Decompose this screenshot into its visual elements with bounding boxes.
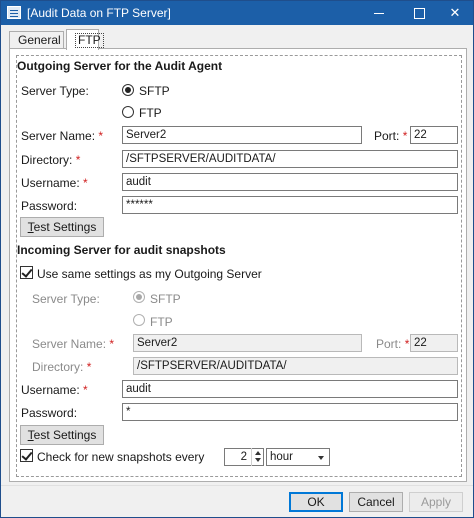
dialog-window: [Audit Data on FTP Server] ✕ General FTP…	[0, 0, 474, 518]
outgoing-server-name-label: Server Name: *	[21, 129, 104, 143]
incoming-server-name-label: Server Name: *	[32, 337, 115, 351]
title-bar[interactable]: [Audit Data on FTP Server] ✕	[1, 1, 473, 25]
incoming-server-type-label: Server Type:	[32, 292, 100, 306]
outgoing-username-input[interactable]: audit	[122, 173, 458, 191]
cancel-button[interactable]: Cancel	[349, 492, 403, 512]
snapshot-unit-select[interactable]: hour	[266, 448, 330, 466]
incoming-section-title: Incoming Server for audit snapshots	[17, 243, 226, 257]
ok-button[interactable]: OK	[289, 492, 343, 512]
incoming-directory-input[interactable]: /SFTPSERVER/AUDITDATA/	[133, 357, 458, 375]
incoming-sftp-label[interactable]: SFTP	[150, 292, 181, 306]
tab-general[interactable]: General	[9, 31, 64, 49]
same-settings-checkbox[interactable]	[20, 266, 33, 279]
incoming-username-input[interactable]: audit	[122, 380, 458, 398]
check-snapshots-checkbox[interactable]	[20, 449, 33, 462]
window-title: [Audit Data on FTP Server]	[27, 6, 171, 20]
footer-divider	[1, 485, 473, 486]
outgoing-section-title: Outgoing Server for the Audit Agent	[17, 59, 223, 73]
maximize-button[interactable]	[401, 1, 437, 25]
same-settings-label[interactable]: Use same settings as my Outgoing Server	[37, 267, 262, 281]
incoming-server-name-input[interactable]: Server2	[133, 334, 362, 352]
snapshot-interval-spinner[interactable]	[251, 448, 263, 466]
outgoing-password-input[interactable]: ******	[122, 196, 458, 214]
spin-down-icon[interactable]	[255, 458, 261, 462]
outgoing-ftp-radio[interactable]	[122, 106, 134, 118]
outgoing-directory-input[interactable]: /SFTPSERVER/AUDITDATA/	[122, 150, 458, 168]
incoming-directory-label: Directory: *	[32, 360, 92, 374]
chevron-down-icon	[318, 456, 324, 460]
outgoing-server-name-input[interactable]: Server2	[122, 126, 362, 144]
tab-ftp-label: FTP	[75, 33, 104, 48]
check-snapshots-label[interactable]: Check for new snapshots every	[37, 450, 204, 464]
minimize-button[interactable]	[361, 1, 397, 25]
snapshot-unit-value: hour	[270, 451, 294, 463]
incoming-sftp-radio[interactable]	[133, 291, 145, 303]
outgoing-directory-label: Directory: *	[21, 153, 81, 167]
incoming-username-label: Username: *	[21, 383, 88, 397]
outgoing-server-type-label: Server Type:	[21, 84, 89, 98]
outgoing-port-input[interactable]: 22	[410, 126, 458, 144]
app-icon	[7, 6, 21, 19]
apply-button[interactable]: Apply	[409, 492, 463, 512]
incoming-port-input[interactable]: 22	[410, 334, 458, 352]
incoming-port-label: Port: *	[376, 337, 410, 351]
outgoing-port-label: Port: *	[374, 129, 408, 143]
spin-up-icon[interactable]	[255, 451, 261, 455]
ftp-panel: Outgoing Server for the Audit Agent Serv…	[9, 48, 467, 482]
incoming-password-input[interactable]: *	[122, 403, 458, 421]
outgoing-password-label: Password:	[21, 199, 78, 213]
outgoing-test-settings-button[interactable]: Test Settings	[20, 217, 104, 237]
outgoing-username-label: Username: *	[21, 176, 88, 190]
outgoing-sftp-label[interactable]: SFTP	[139, 84, 170, 98]
incoming-password-label: Password:	[21, 406, 78, 420]
close-button[interactable]: ✕	[437, 1, 473, 25]
incoming-ftp-label[interactable]: FTP	[150, 315, 173, 329]
incoming-ftp-radio[interactable]	[133, 314, 145, 326]
incoming-test-settings-button[interactable]: Test Settings	[20, 425, 104, 445]
outgoing-ftp-label[interactable]: FTP	[139, 106, 162, 120]
tab-ftp[interactable]: FTP	[66, 29, 104, 50]
outgoing-sftp-radio[interactable]	[122, 84, 134, 96]
